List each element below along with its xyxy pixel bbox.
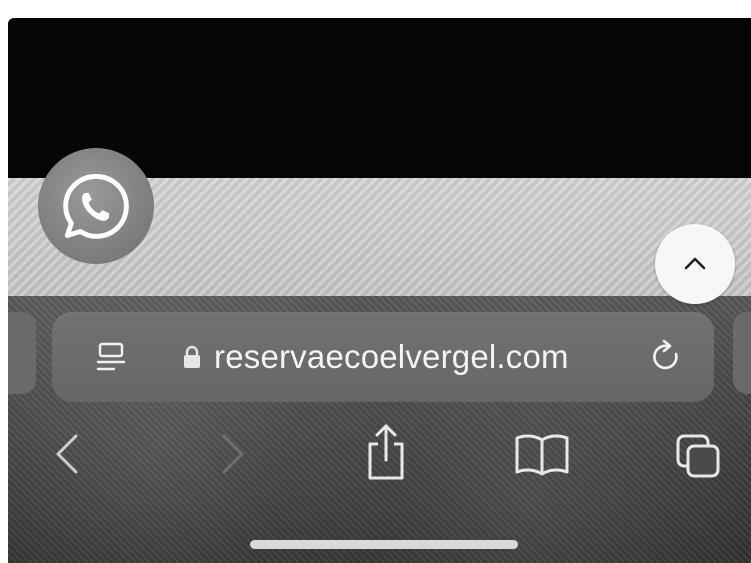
address-bar[interactable]: reservaecoelvergel.com (52, 312, 714, 402)
share-icon (368, 424, 404, 480)
previous-tab-peek[interactable] (8, 312, 36, 394)
tabs-icon (676, 434, 720, 478)
screen: reservaecoelvergel.com (0, 0, 751, 563)
url-text: reservaecoelvergel.com (214, 338, 569, 375)
reader-mode-icon[interactable] (94, 340, 128, 374)
whatsapp-icon (63, 174, 129, 239)
next-tab-peek[interactable] (733, 312, 751, 394)
whatsapp-button[interactable] (38, 148, 154, 264)
forward-icon (222, 434, 244, 474)
url-field[interactable]: reservaecoelvergel.com (182, 312, 569, 402)
tabs-button[interactable] (672, 430, 726, 482)
bookmarks-button[interactable] (512, 432, 572, 478)
back-button[interactable] (48, 430, 88, 478)
home-indicator[interactable] (250, 540, 518, 549)
reload-icon[interactable] (649, 338, 685, 376)
bookmarks-icon (515, 434, 569, 476)
chevron-up-icon (684, 257, 706, 270)
back-icon (56, 434, 78, 474)
share-button[interactable] (360, 422, 412, 482)
scroll-to-top-button[interactable] (655, 224, 735, 304)
forward-button[interactable] (212, 430, 252, 478)
lock-icon (184, 345, 200, 368)
